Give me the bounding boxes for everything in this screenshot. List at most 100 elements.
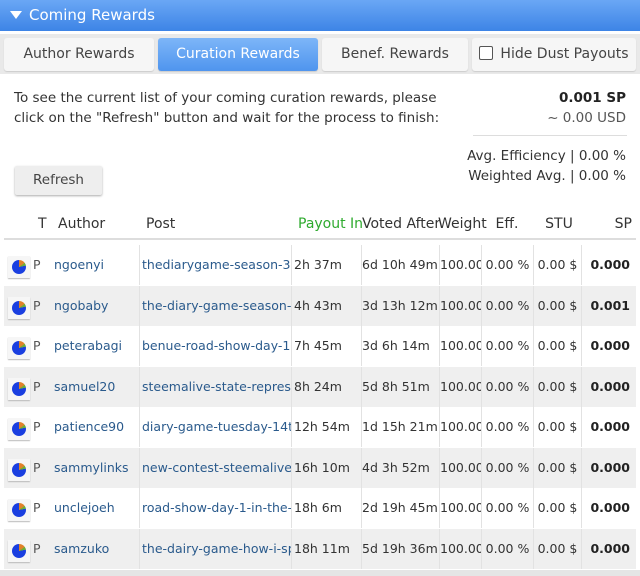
author-link[interactable]: unclejoeh: [54, 488, 140, 528]
cell-payout: 18h 11m: [294, 528, 362, 569]
cell-sp: 0.000: [590, 459, 630, 475]
pie-icon-glyph: [12, 422, 26, 436]
cell-weight: 100.00: [440, 488, 482, 528]
pie-chart-icon[interactable]: [8, 539, 30, 562]
hide-dust-toggle[interactable]: Hide Dust Payouts: [472, 38, 636, 71]
divider: [473, 135, 627, 136]
cell-stu: 0.00 $: [534, 326, 582, 366]
cell-voted: 3d 6h 14m: [362, 326, 440, 366]
author-link[interactable]: ngobaby: [54, 285, 140, 326]
total-usd: ~ 0.00 USD: [547, 110, 626, 126]
cell-t: P: [33, 297, 41, 313]
post-link[interactable]: new-contest-steemalive-: [142, 447, 292, 488]
post-link[interactable]: diary-game-tuesday-14th: [142, 407, 292, 447]
column-header-sp[interactable]: SP: [582, 210, 632, 238]
post-link[interactable]: road-show-day-1-in-the-: [142, 488, 292, 528]
avg-efficiency: Avg. Efficiency | 0.00 %: [467, 148, 626, 164]
post-link[interactable]: thediarygame-season-3-: [142, 245, 292, 285]
table-row: Psamzuko the-dairy-game-how-i-sp 18h 11m 5d…: [4, 528, 636, 569]
pie-icon-glyph: [12, 260, 26, 274]
tab-benef-rewards[interactable]: Benef. Rewards: [322, 38, 468, 71]
refresh-button[interactable]: Refresh: [15, 166, 102, 195]
cell-weight: 100.00: [440, 326, 482, 366]
reward-tabs: Author Rewards Curation Rewards Benef. R…: [0, 34, 640, 74]
coming-rewards-header[interactable]: Coming Rewards: [0, 0, 640, 31]
cell-voted: 2d 19h 45m: [362, 488, 440, 528]
tab-curation-rewards[interactable]: Curation Rewards: [158, 38, 318, 71]
column-header-t[interactable]: T: [38, 210, 47, 238]
cell-stu: 0.00 $: [534, 447, 582, 488]
pie-icon-glyph: [12, 341, 26, 355]
pie-icon-glyph: [12, 300, 26, 315]
column-header-weight[interactable]: Weight: [438, 210, 487, 238]
cell-sp: 0.000: [590, 257, 630, 272]
column-header-author[interactable]: Author: [58, 210, 105, 238]
checkbox[interactable]: [479, 46, 494, 60]
post-link[interactable]: steemalive-state-represe: [142, 366, 292, 407]
cell-voted: 4d 3h 52m: [362, 447, 440, 488]
pie-chart-icon[interactable]: [8, 337, 30, 359]
pie-chart-icon[interactable]: [8, 377, 30, 400]
header-title: Coming Rewards: [29, 6, 155, 24]
cell-payout: 12h 54m: [294, 407, 362, 447]
author-link[interactable]: peterabagi: [54, 326, 140, 366]
bottom-border: [0, 570, 640, 576]
cell-stu: 0.00 $: [534, 366, 582, 407]
total-sp: 0.001 SP: [558, 90, 626, 106]
pie-chart-icon[interactable]: [8, 296, 30, 319]
cell-eff: 0.00 %: [482, 488, 534, 528]
cell-weight: 100.00: [440, 366, 482, 407]
cell-t: P: [33, 378, 41, 394]
table-row: Psammylinks new-contest-steemalive- 16h 10…: [4, 447, 636, 488]
header-divider: [4, 238, 636, 240]
cell-sp: 0.000: [590, 540, 630, 556]
tab-author-rewards[interactable]: Author Rewards: [4, 38, 154, 71]
author-link[interactable]: ngoenyi: [54, 245, 140, 285]
cell-eff: 0.00 %: [482, 326, 534, 366]
cell-weight: 100.00: [440, 245, 482, 285]
cell-payout: 8h 24m: [294, 366, 362, 407]
cell-voted: 3d 13h 12m: [362, 285, 440, 326]
column-header-voted-after[interactable]: Voted After: [362, 210, 440, 238]
cell-weight: 100.00: [440, 447, 482, 488]
cell-payout: 7h 45m: [294, 326, 362, 366]
cell-payout: 16h 10m: [294, 447, 362, 488]
post-link[interactable]: benue-road-show-day-1-: [142, 326, 292, 366]
column-header-post[interactable]: Post: [146, 210, 175, 238]
column-header-stu[interactable]: STU: [534, 210, 584, 238]
pie-chart-icon[interactable]: [8, 418, 30, 440]
cell-t: P: [33, 419, 41, 434]
pie-icon-glyph: [12, 543, 26, 558]
cell-sp: 0.000: [590, 378, 630, 394]
cell-t: P: [33, 338, 41, 353]
pie-chart-icon[interactable]: [8, 256, 30, 278]
author-link[interactable]: patience90: [54, 407, 140, 447]
pie-icon-glyph: [12, 503, 26, 517]
cell-eff: 0.00 %: [482, 447, 534, 488]
column-header-eff[interactable]: Eff.: [482, 210, 532, 238]
table-row: Pngobaby the-diary-game-season-3 4h 43m 3d …: [4, 285, 636, 326]
pie-chart-icon[interactable]: [8, 499, 30, 521]
cell-t: P: [33, 257, 41, 272]
column-header-payout-in[interactable]: Payout In: [298, 210, 363, 238]
hide-dust-label: Hide Dust Payouts: [500, 46, 629, 62]
cell-payout: 4h 43m: [294, 285, 362, 326]
cell-t: P: [33, 500, 41, 515]
cell-voted: 1d 15h 21m: [362, 407, 440, 447]
cell-voted: 6d 10h 49m: [362, 245, 440, 285]
table-row: Punclejoeh road-show-day-1-in-the- 18h 6m 2…: [4, 488, 636, 528]
author-link[interactable]: samuel20: [54, 366, 140, 407]
author-link[interactable]: samzuko: [54, 528, 140, 569]
table-row: Ppatience90 diary-game-tuesday-14th 12h 54…: [4, 407, 636, 447]
post-link[interactable]: the-diary-game-season-3: [142, 285, 292, 326]
table-row: Pngoenyi thediarygame-season-3- 2h 37m 6d 1…: [4, 245, 636, 285]
pie-icon-glyph: [12, 462, 26, 477]
post-link[interactable]: the-dairy-game-how-i-sp: [142, 528, 292, 569]
cell-weight: 100.00: [440, 407, 482, 447]
info-text: To see the current list of your coming c…: [14, 90, 440, 126]
cell-stu: 0.00 $: [534, 285, 582, 326]
cell-t: P: [33, 540, 41, 556]
cell-eff: 0.00 %: [482, 285, 534, 326]
author-link[interactable]: sammylinks: [54, 447, 140, 488]
pie-chart-icon[interactable]: [8, 458, 30, 481]
